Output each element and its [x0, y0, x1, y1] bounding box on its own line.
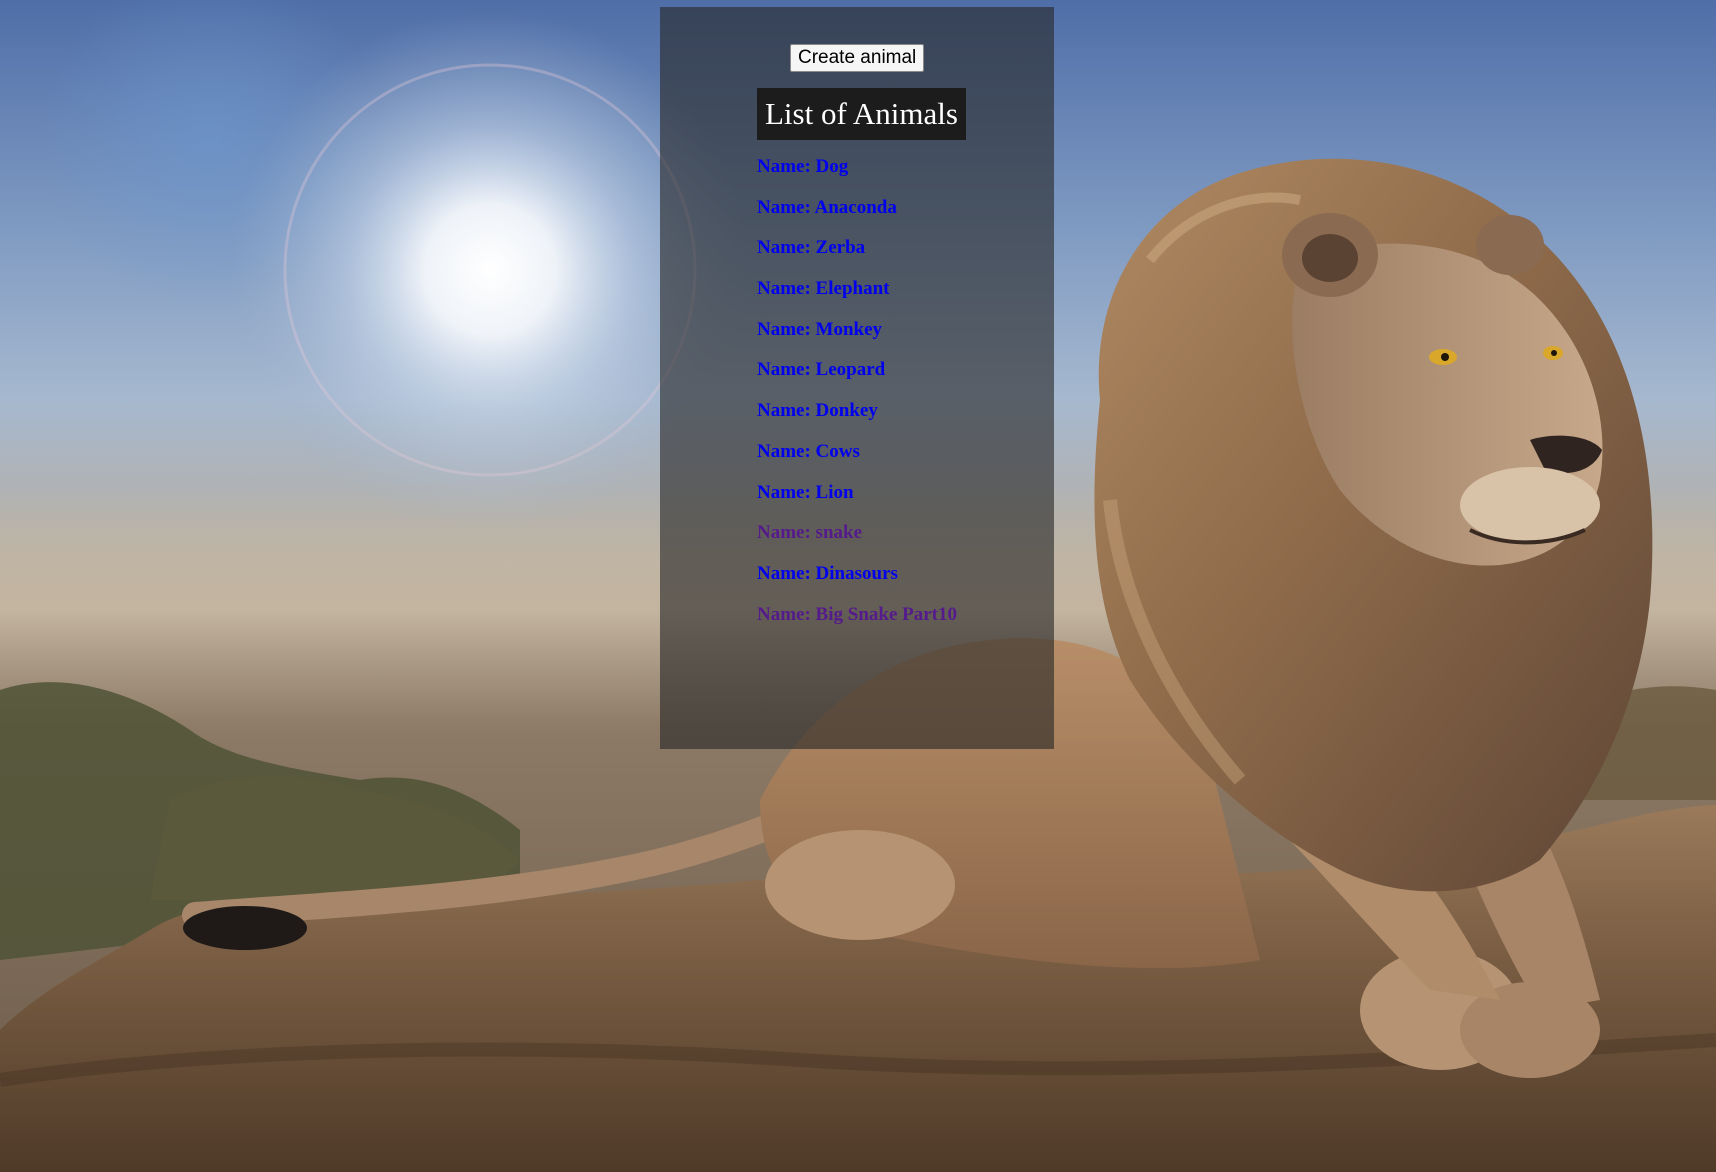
- animal-link[interactable]: Name: Big Snake Part10: [757, 604, 957, 625]
- animal-link[interactable]: Name: snake: [757, 522, 862, 543]
- animal-link[interactable]: Name: Dinasours: [757, 563, 898, 584]
- list-item: Name: Leopard: [757, 350, 957, 391]
- list-item: Name: Dinasours: [757, 554, 957, 595]
- list-item: Name: Zerba: [757, 228, 957, 269]
- list-item: Name: Donkey: [757, 391, 957, 432]
- animal-link[interactable]: Name: Donkey: [757, 400, 878, 421]
- animal-link[interactable]: Name: Cows: [757, 441, 860, 462]
- animal-link[interactable]: Name: Elephant: [757, 278, 889, 299]
- animal-list: Name: Dog Name: Anaconda Name: Zerba Nam…: [757, 147, 957, 635]
- create-animal-button[interactable]: Create animal: [790, 44, 925, 72]
- list-item: Name: Elephant: [757, 269, 957, 310]
- animal-link[interactable]: Name: Leopard: [757, 359, 885, 380]
- list-item: Name: snake: [757, 513, 957, 554]
- list-title: List of Animals: [757, 88, 966, 140]
- list-item: Name: Monkey: [757, 310, 957, 351]
- list-item: Name: Cows: [757, 432, 957, 473]
- list-item: Name: Anaconda: [757, 188, 957, 229]
- animal-list-panel: Create animal List of Animals Name: Dog …: [660, 7, 1054, 749]
- list-item: Name: Lion: [757, 473, 957, 514]
- animal-link[interactable]: Name: Anaconda: [757, 197, 897, 218]
- animal-link[interactable]: Name: Zerba: [757, 237, 865, 258]
- animal-link[interactable]: Name: Dog: [757, 156, 848, 177]
- animal-link[interactable]: Name: Monkey: [757, 319, 882, 340]
- animal-link[interactable]: Name: Lion: [757, 482, 854, 503]
- list-item: Name: Big Snake Part10: [757, 595, 957, 636]
- list-item: Name: Dog: [757, 147, 957, 188]
